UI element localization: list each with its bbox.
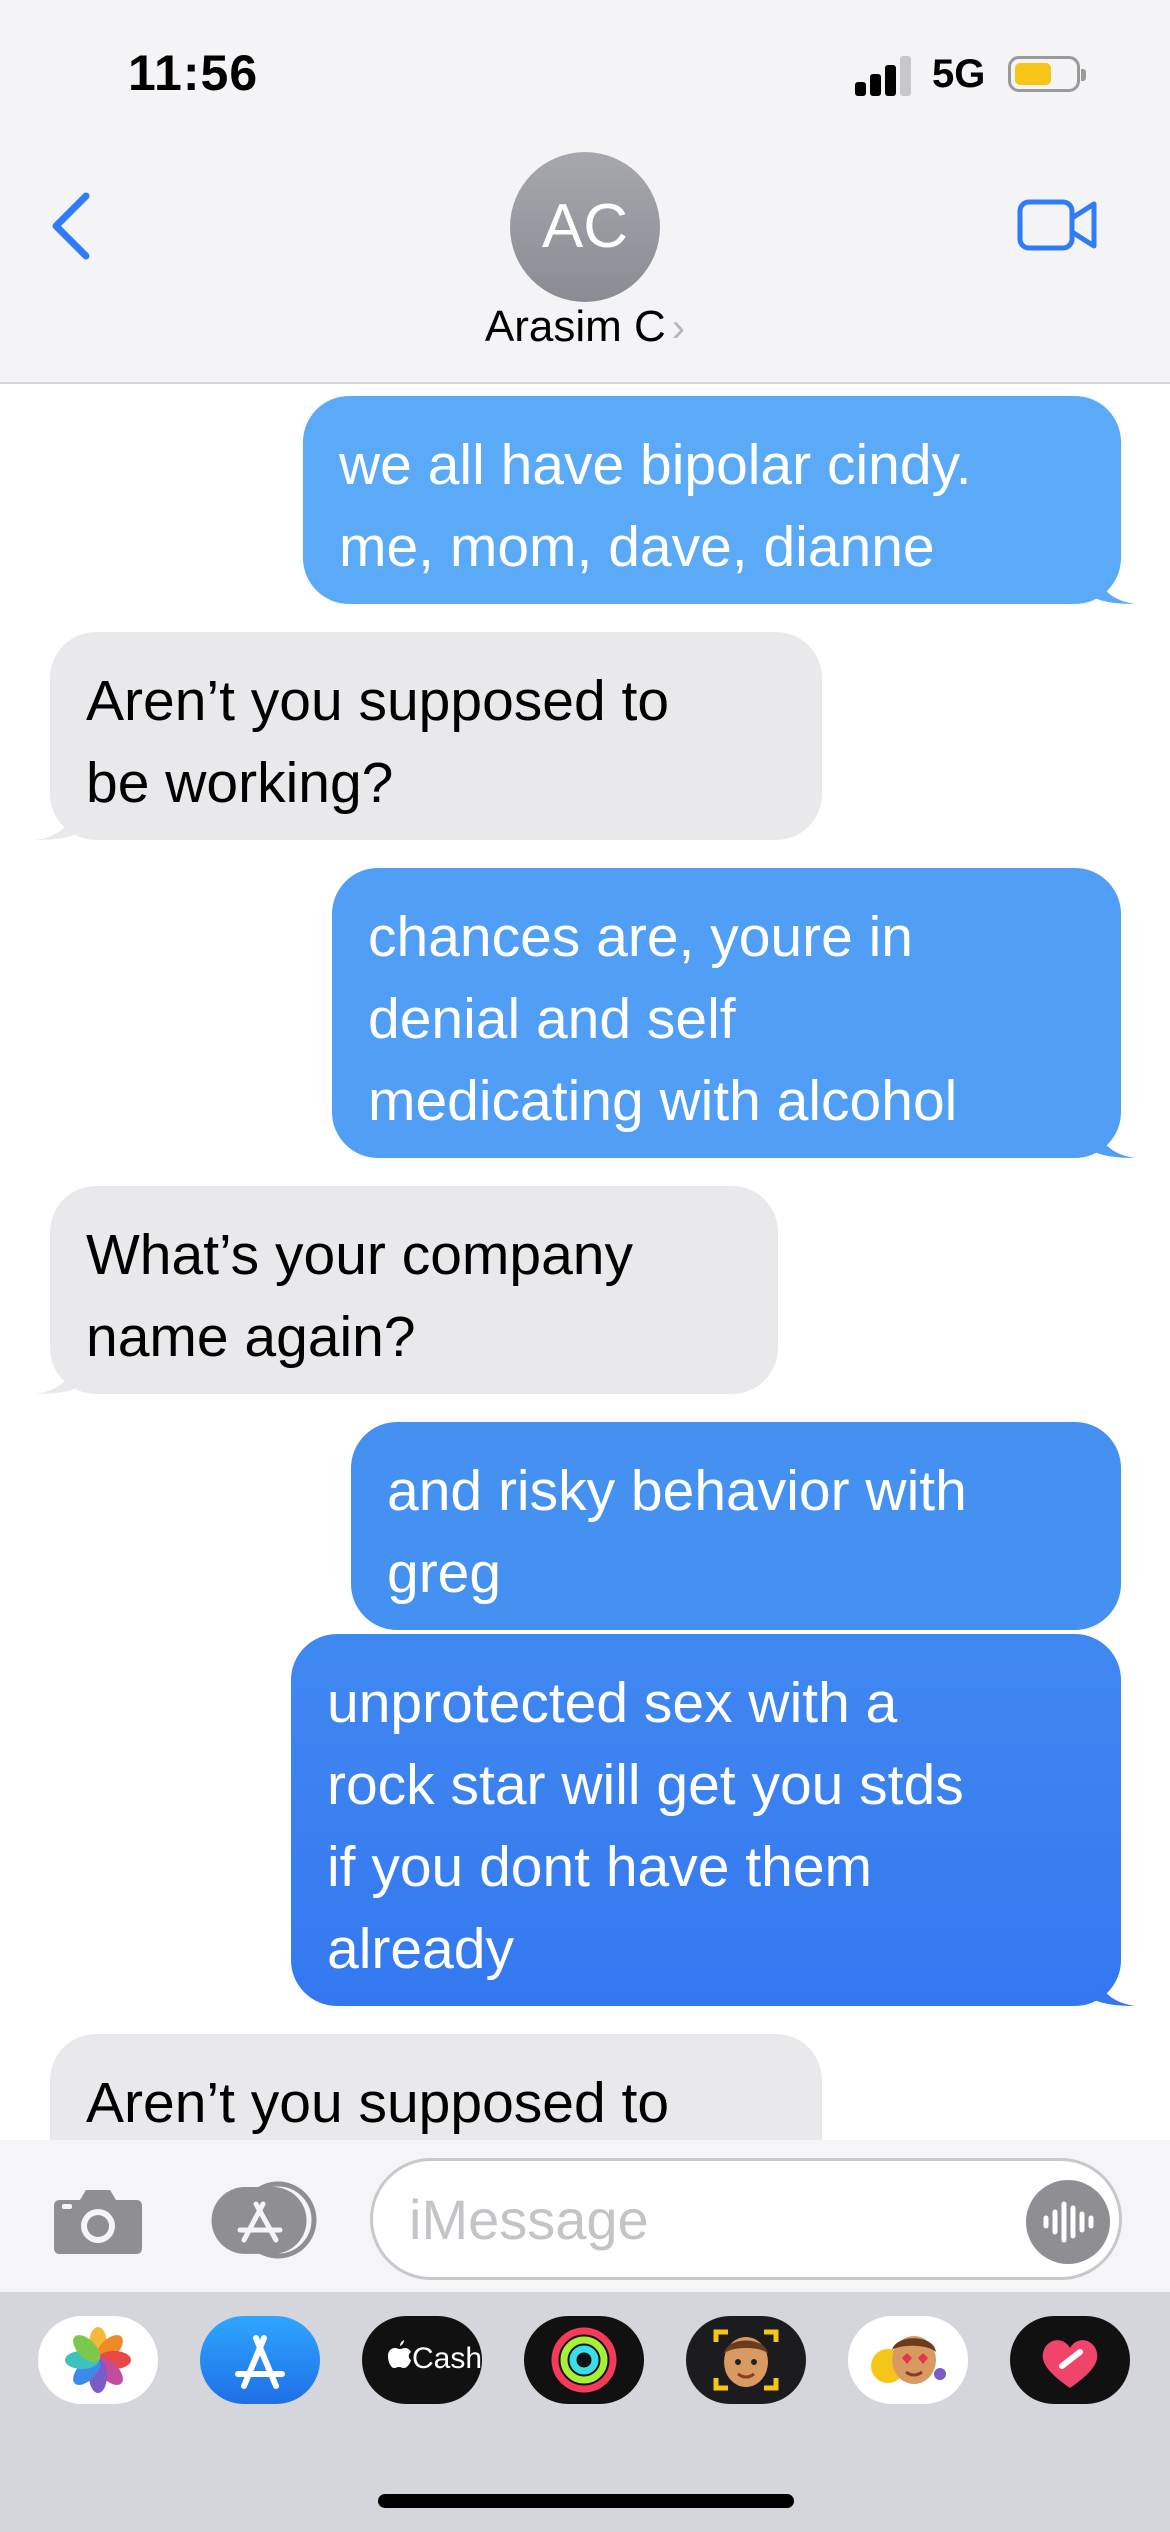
sent-message-bubble[interactable]: chances are, youre in denial and self me… bbox=[332, 868, 1135, 1158]
photos-app-icon[interactable] bbox=[38, 2316, 158, 2404]
bubble-tail bbox=[36, 800, 76, 840]
bubble-tail bbox=[1095, 564, 1135, 604]
waveform-icon[interactable] bbox=[1026, 2180, 1110, 2264]
chevron-right-icon: › bbox=[671, 306, 686, 350]
camera-icon[interactable] bbox=[52, 2184, 144, 2256]
message-composer bbox=[0, 2140, 1170, 2292]
message-text: and risky behavior with greg bbox=[387, 1459, 967, 1605]
memoji-app-icon[interactable] bbox=[686, 2316, 806, 2404]
home-indicator[interactable] bbox=[378, 2494, 794, 2508]
received-message-bubble[interactable]: Aren’t you supposed to bbox=[50, 2034, 822, 2140]
battery-icon bbox=[1008, 56, 1086, 92]
sent-message-bubble[interactable]: unprotected sex with a rock star will ge… bbox=[291, 1634, 1135, 2006]
contact-name: Arasim C bbox=[484, 302, 666, 351]
message-text: What’s your company name again? bbox=[86, 1223, 634, 1369]
message-text: we all have bipolar cindy. me, mom, dave… bbox=[339, 433, 972, 579]
bubble-tail bbox=[1095, 1118, 1135, 1158]
message-text: chances are, youre in denial and self me… bbox=[368, 905, 958, 1133]
message-text: Aren’t you supposed to bbox=[86, 2071, 670, 2135]
conversation-header: 11:56 5G AC Arasim C › bbox=[0, 0, 1170, 384]
cellular-signal-icon bbox=[855, 56, 913, 96]
memoji-stickers-app-icon[interactable] bbox=[848, 2316, 968, 2404]
received-message-bubble[interactable]: Aren’t you supposed to be working? bbox=[36, 632, 822, 840]
received-message-bubble[interactable]: What’s your company name again? bbox=[36, 1186, 778, 1394]
message-text: unprotected sex with a rock star will ge… bbox=[327, 1671, 964, 1981]
network-type: 5G bbox=[932, 52, 986, 96]
sent-message-bubble[interactable]: we all have bipolar cindy. me, mom, dave… bbox=[303, 396, 1135, 604]
back-chevron-icon[interactable] bbox=[48, 190, 92, 262]
digital-touch-app-icon[interactable] bbox=[1010, 2316, 1130, 2404]
bubble-tail bbox=[36, 1354, 76, 1394]
activity-app-icon[interactable] bbox=[524, 2316, 644, 2404]
bubble-tail bbox=[1095, 1966, 1135, 2006]
avatar[interactable]: AC bbox=[510, 152, 660, 302]
apple-cash-app-icon[interactable]: Cash bbox=[362, 2316, 482, 2404]
sent-message-bubble[interactable]: and risky behavior with greg bbox=[351, 1422, 1121, 1630]
app-store-icon[interactable] bbox=[208, 2180, 318, 2260]
message-text: Aren’t you supposed to be working? bbox=[86, 669, 670, 815]
app-store-app-icon[interactable] bbox=[200, 2316, 320, 2404]
imessage-input[interactable] bbox=[370, 2158, 1122, 2280]
contact-name-button[interactable]: Arasim C › bbox=[0, 302, 1170, 352]
cash-label: Cash bbox=[412, 2342, 482, 2375]
message-thread[interactable]: we all have bipolar cindy. me, mom, dave… bbox=[0, 384, 1170, 2140]
video-camera-icon[interactable] bbox=[1016, 196, 1098, 254]
status-time: 11:56 bbox=[128, 45, 259, 101]
